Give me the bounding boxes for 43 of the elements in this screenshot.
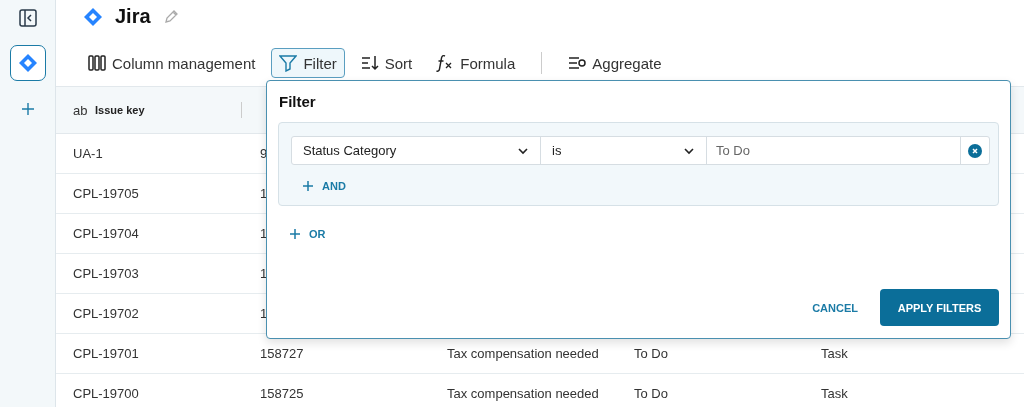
plus-icon xyxy=(303,181,313,191)
columns-icon xyxy=(88,54,106,72)
sort-icon xyxy=(360,54,379,72)
add-or-button[interactable]: OR xyxy=(278,225,999,243)
field-dropdown[interactable]: Status Category xyxy=(292,137,541,164)
add-icon[interactable] xyxy=(21,103,34,115)
table-cell: UA-1 xyxy=(73,146,103,161)
table-cell: CPL-19700 xyxy=(73,386,139,401)
filter-icon xyxy=(279,54,298,72)
table-cell: 158725 xyxy=(260,386,304,401)
toolbar-button[interactable]: Sort xyxy=(352,48,421,78)
add-and-button[interactable]: AND xyxy=(291,177,358,195)
table-cell: CPL-19703 xyxy=(73,266,139,281)
aggregate-icon xyxy=(568,54,587,72)
diamond-logo-icon xyxy=(17,53,38,73)
panel-title: Filter xyxy=(279,93,317,110)
table-cell: 158727 xyxy=(260,346,304,361)
table-cell: CPL-19704 xyxy=(73,226,139,241)
table-cell: CPL-19701 xyxy=(73,346,139,361)
page-title: Jira xyxy=(115,5,151,28)
toolbar-button[interactable]: Aggregate xyxy=(560,48,670,78)
diamond-logo-icon xyxy=(83,6,103,27)
column-header[interactable]: Issue key xyxy=(95,104,145,116)
apply-button[interactable]: APPLY FILTERS xyxy=(880,289,999,326)
app-tile[interactable] xyxy=(9,45,46,81)
toolbar-button[interactable]: Formula xyxy=(428,48,524,78)
operator-dropdown[interactable]: is xyxy=(541,137,707,164)
table-cell: CPL-19705 xyxy=(73,186,139,201)
cancel-button[interactable]: CANCEL xyxy=(806,293,864,322)
table-cell: To Do xyxy=(634,346,668,361)
toolbar-button[interactable]: Filter xyxy=(271,48,345,78)
plus-icon xyxy=(290,229,300,239)
table-cell: Task xyxy=(821,346,848,361)
clear-icon[interactable] xyxy=(968,143,982,158)
value-field[interactable]: To Do xyxy=(707,137,961,164)
table-cell: CPL-19702 xyxy=(73,306,139,321)
table-cell: Tax compensation needed xyxy=(447,346,599,361)
sidebar-toggle-icon[interactable] xyxy=(18,9,37,27)
toolbar-button[interactable]: Column management xyxy=(80,48,264,78)
table-cell: Tax compensation needed xyxy=(447,386,599,401)
text-type-icon: ab xyxy=(73,103,89,117)
table-cell: To Do xyxy=(634,386,668,401)
table-cell: Task xyxy=(821,386,848,401)
